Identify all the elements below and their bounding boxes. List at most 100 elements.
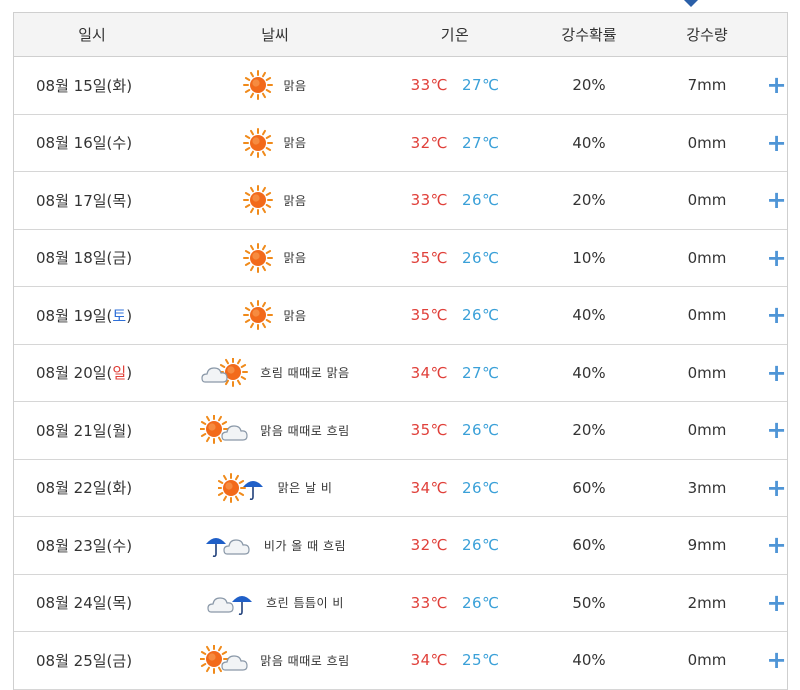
date-cell: 08월 21일(월) xyxy=(14,420,170,441)
table-body: 08월 15일(화) 맑음 33℃ 27℃ 20% 7mm + 08월 16일(수… xyxy=(14,57,787,690)
table-header: 일시 날씨 기온 강수확률 강수량 xyxy=(14,13,787,57)
low-temp: 26℃ xyxy=(462,421,500,440)
expand-plus-icon[interactable]: + xyxy=(766,359,786,387)
expand-plus-icon[interactable]: + xyxy=(766,474,786,502)
date-suffix: ) xyxy=(126,651,133,670)
date-text: 08월 15일( xyxy=(36,76,113,95)
header-date: 일시 xyxy=(78,26,106,44)
day-of-week: 목 xyxy=(112,594,127,613)
table-row: 08월 20일(일) 흐림 때때로 맑음 34℃ 27℃ 40% 0mm + xyxy=(14,345,787,402)
date-suffix: ) xyxy=(126,191,133,210)
expand-plus-icon[interactable]: + xyxy=(766,531,786,559)
cloud-sun-icon xyxy=(200,357,250,388)
weather-text: 흐림 때때로 맑음 xyxy=(260,366,350,381)
high-temp: 35℃ xyxy=(410,248,448,267)
sun-icon xyxy=(243,300,274,331)
high-temp: 33℃ xyxy=(410,593,448,612)
weather-cell: 비가 올 때 흐림 xyxy=(170,530,380,560)
low-temp: 26℃ xyxy=(462,191,500,210)
day-of-week: 목 xyxy=(112,191,127,210)
precip-probability: 20% xyxy=(572,191,606,210)
precip-amount: 0mm xyxy=(687,306,727,325)
weather-text: 맑음 xyxy=(283,136,307,151)
header-temperature: 기온 xyxy=(440,26,470,44)
date-suffix: ) xyxy=(126,479,133,498)
low-temp: 25℃ xyxy=(462,651,500,670)
date-cell: 08월 15일(화) xyxy=(14,75,170,96)
date-cell: 08월 22일(화) xyxy=(14,477,170,498)
temperature-cell: 33℃ 26℃ xyxy=(380,191,530,209)
high-temp: 34℃ xyxy=(410,363,448,382)
weather-text: 맑음 때때로 흐림 xyxy=(260,423,350,438)
weather-cell: 맑음 때때로 흐림 xyxy=(170,645,380,675)
expand-plus-icon[interactable]: + xyxy=(766,301,786,329)
low-temp: 27℃ xyxy=(462,76,500,95)
date-cell: 08월 18일(금) xyxy=(14,247,170,268)
indicator-arrow-icon xyxy=(684,0,698,7)
precip-probability: 40% xyxy=(572,363,606,382)
high-temp: 32℃ xyxy=(410,536,448,555)
weather-cell: 맑은 날 비 xyxy=(170,472,380,503)
date-suffix: ) xyxy=(126,76,133,95)
header-precip-amount: 강수량 xyxy=(686,26,728,44)
precip-probability: 50% xyxy=(572,593,606,612)
table-row: 08월 23일(수) 비가 올 때 흐림 32℃ 26℃ 60% 9mm + xyxy=(14,517,787,575)
expand-plus-icon[interactable]: + xyxy=(766,186,786,214)
day-of-week: 일 xyxy=(112,364,127,383)
date-text: 08월 25일( xyxy=(36,651,113,670)
low-temp: 26℃ xyxy=(462,536,500,555)
expand-plus-icon[interactable]: + xyxy=(766,416,786,444)
precip-amount: 0mm xyxy=(687,421,727,440)
high-temp: 35℃ xyxy=(410,421,448,440)
weather-cell: 맑음 xyxy=(170,70,380,101)
low-temp: 27℃ xyxy=(462,133,500,152)
precip-probability: 40% xyxy=(572,306,606,325)
date-suffix: ) xyxy=(126,134,133,153)
precip-probability: 10% xyxy=(572,248,606,267)
high-temp: 33℃ xyxy=(410,76,448,95)
day-of-week: 월 xyxy=(112,421,127,440)
header-precip-probability: 강수확률 xyxy=(561,26,617,44)
weather-text: 맑음 xyxy=(283,251,307,266)
temperature-cell: 32℃ 27℃ xyxy=(380,134,530,152)
date-suffix: ) xyxy=(126,536,133,555)
date-cell: 08월 20일(일) xyxy=(14,362,170,383)
weather-cell: 맑음 xyxy=(170,185,380,216)
precip-probability: 60% xyxy=(572,478,606,497)
umbrella-cloud-icon xyxy=(204,530,254,560)
table-row: 08월 19일(토) 맑음 35℃ 26℃ 40% 0mm + xyxy=(14,287,787,345)
weather-text: 비가 올 때 흐림 xyxy=(263,538,347,553)
table-row: 08월 17일(목) 맑음 33℃ 26℃ 20% 0mm + xyxy=(14,172,787,230)
expand-plus-icon[interactable]: + xyxy=(766,244,786,272)
table-row: 08월 21일(월) 맑음 때때로 흐림 35℃ 26℃ 20% 0mm + xyxy=(14,402,787,460)
temperature-cell: 33℃ 26℃ xyxy=(380,594,530,612)
date-suffix: ) xyxy=(126,421,133,440)
high-temp: 34℃ xyxy=(410,651,448,670)
sun-icon xyxy=(243,185,274,216)
date-text: 08월 18일( xyxy=(36,249,113,268)
date-cell: 08월 19일(토) xyxy=(14,305,170,326)
expand-plus-icon[interactable]: + xyxy=(766,646,786,674)
low-temp: 27℃ xyxy=(462,363,500,382)
table-row: 08월 16일(수) 맑음 32℃ 27℃ 40% 0mm + xyxy=(14,115,787,172)
sun-icon xyxy=(243,70,274,101)
precip-probability: 40% xyxy=(572,651,606,670)
expand-plus-icon[interactable]: + xyxy=(766,129,786,157)
sun-cloud-icon xyxy=(200,415,250,445)
expand-plus-icon[interactable]: + xyxy=(766,71,786,99)
date-suffix: ) xyxy=(126,249,133,268)
temperature-cell: 35℃ 26℃ xyxy=(380,249,530,267)
temperature-cell: 34℃ 26℃ xyxy=(380,479,530,497)
temperature-cell: 34℃ 25℃ xyxy=(380,651,530,669)
expand-plus-icon[interactable]: + xyxy=(766,589,786,617)
weather-text: 맑은 날 비 xyxy=(277,481,333,496)
temperature-cell: 32℃ 26℃ xyxy=(380,536,530,554)
low-temp: 26℃ xyxy=(462,593,500,612)
temperature-cell: 34℃ 27℃ xyxy=(380,364,530,382)
precip-amount: 9mm xyxy=(687,536,727,555)
weather-cell: 맑음 때때로 흐림 xyxy=(170,415,380,445)
date-suffix: ) xyxy=(126,306,133,325)
date-suffix: ) xyxy=(126,364,133,383)
sun-umbrella-icon xyxy=(217,472,268,503)
date-suffix: ) xyxy=(126,594,133,613)
